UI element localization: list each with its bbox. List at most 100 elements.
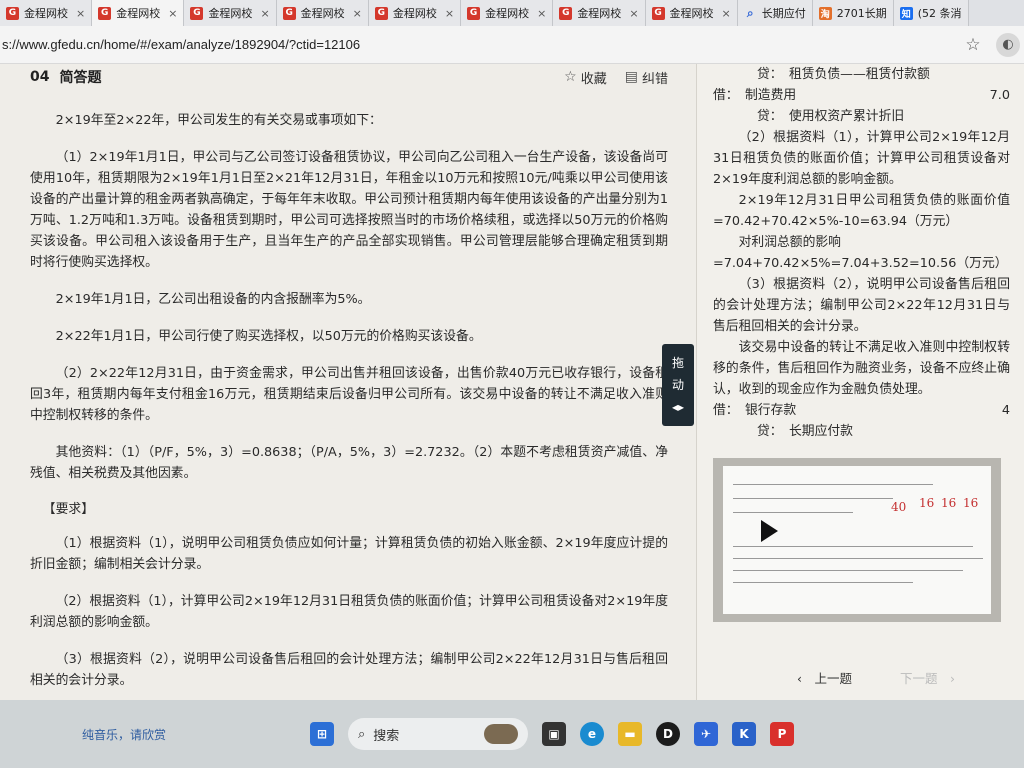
taobao-icon: 淘: [818, 6, 832, 20]
video-text-line: [733, 558, 983, 559]
close-icon[interactable]: ×: [629, 7, 638, 20]
browser-tab[interactable]: 淘 2701长期: [812, 0, 894, 26]
dell-icon[interactable]: D: [656, 722, 680, 746]
video-text-line: [733, 570, 963, 571]
video-text-line: [733, 484, 933, 485]
question-header: 04 简答题 ☆ 收藏 ▤ 纠错: [30, 64, 668, 90]
journal-amount: 4: [1001, 403, 1010, 418]
question-paragraph: 2×19年至2×22年，甲公司发生的有关交易或事项如下：: [55, 113, 382, 128]
requirement-item: （3）根据资料（2），说明甲公司设备售后租回的会计处理方法；编制甲公司2×22年…: [30, 652, 668, 688]
close-icon[interactable]: ×: [168, 7, 177, 20]
tab-label: 金程网校: [392, 7, 437, 20]
windows-start-icon[interactable]: ⊞: [310, 722, 334, 746]
video-text-line: [733, 498, 893, 499]
browser-tab[interactable]: G 金程网校 ×: [0, 0, 93, 26]
question-pager: ‹ 上一题 下一题 ›: [797, 668, 955, 687]
question-paragraph: 2×22年1月1日，甲公司行使了购买选择权，以50万元的价格购买该设备。: [55, 329, 482, 344]
star-icon: ☆: [564, 69, 577, 85]
tab-label: 金程网校: [485, 7, 530, 20]
prev-question-button[interactable]: ‹ 上一题: [797, 668, 852, 687]
tab-label: 长期应付: [761, 7, 806, 20]
requirement-title: 【要求】: [42, 502, 94, 517]
file-explorer-icon[interactable]: ▬: [618, 722, 642, 746]
analysis-paragraph: （2）根据资料（1），计算甲公司2×19年12月31日租赁负债的账面价值；计算甲…: [713, 130, 1010, 187]
journal-line: 贷： 租赁负债——租赁付款额: [757, 67, 930, 82]
browser-tab[interactable]: 知 (52 条消: [893, 0, 969, 26]
gfedu-icon: G: [6, 6, 19, 20]
analysis-paragraph: 该交易中设备的转让不满足收入准则中控制权转移的条件，售后租回作为融资业务，设备不…: [713, 340, 1010, 397]
browser-tab[interactable]: ⌕ 长期应付: [737, 0, 813, 26]
report-label: 纠错: [641, 71, 668, 87]
journal-line: 贷： 使用权资产累计折旧: [757, 109, 905, 124]
edit-note-icon: ▤: [624, 69, 638, 85]
browser-tab[interactable]: G 金程网校 ×: [368, 0, 462, 26]
close-icon[interactable]: ×: [537, 7, 546, 20]
report-error-button[interactable]: ▤ 纠错: [625, 68, 668, 87]
analysis-paragraph: （3）根据资料（2），说明甲公司设备售后租回的会计处理方法；编制甲公司2×22年…: [713, 277, 1010, 334]
video-annotation: 16: [941, 496, 957, 510]
question-panel: 04 简答题 ☆ 收藏 ▤ 纠错 2×19年至2×22年，甲公司发生的有关交易或…: [0, 64, 696, 700]
browser-tab[interactable]: G 金程网校 ×: [276, 0, 369, 26]
journal-line: 借： 银行存款 4: [713, 400, 1010, 421]
video-text-line: [733, 546, 973, 547]
video-text-line: [733, 582, 913, 583]
url-field[interactable]: s://www.gfedu.cn/home/#/exam/analyze/189…: [0, 37, 960, 52]
address-bar: s://www.gfedu.cn/home/#/exam/analyze/189…: [0, 26, 1024, 64]
media-widget[interactable]: 纯音乐，请欣赏: [82, 726, 312, 743]
tab-label: 金程网校: [116, 7, 161, 20]
browser-tab[interactable]: G 金程网校 ×: [645, 0, 738, 26]
favorite-button[interactable]: ☆ 收藏: [564, 68, 607, 87]
tab-label: (52 条消: [917, 7, 962, 20]
tab-label: 金程网校: [300, 7, 345, 20]
search-placeholder: 搜索: [373, 728, 400, 744]
k-app-icon[interactable]: K: [732, 722, 756, 746]
explanation-video[interactable]: 40 16 16 16: [713, 458, 1001, 622]
profile-icon[interactable]: ◐: [996, 32, 1020, 57]
close-icon[interactable]: ×: [76, 7, 85, 20]
browser-tab-bar: G 金程网校 × G 金程网校 × G 金程网校 × G 金程网校 × G 金程网校 × G 金程网校 × G 金程网…: [0, 0, 1024, 26]
drag-label-1: 拖: [671, 356, 684, 370]
close-icon[interactable]: ×: [722, 7, 731, 20]
journal-line: 借： 制造费用 7.0: [713, 85, 1010, 106]
close-icon[interactable]: ×: [353, 7, 362, 20]
feishu-icon[interactable]: ✈: [694, 722, 718, 746]
play-icon[interactable]: [761, 520, 778, 542]
gfedu-icon: G: [651, 6, 665, 20]
search-icon: ⌕: [746, 5, 754, 20]
tab-label: 金程网校: [208, 7, 253, 20]
drag-label-2: 动: [671, 378, 684, 392]
favorite-label: 收藏: [580, 71, 607, 87]
next-question-button[interactable]: 下一题 ›: [900, 668, 955, 687]
gfedu-icon: G: [374, 6, 388, 20]
browser-tab[interactable]: G 金程网校 ×: [461, 0, 554, 26]
analysis-paragraph: 2×19年12月31日甲公司租赁负债的账面价值=70.42+70.42×5%-1…: [713, 193, 1010, 229]
video-annotation: 16: [919, 496, 935, 510]
drag-handle[interactable]: 拖 动 ◂▸: [662, 344, 694, 426]
browser-tab[interactable]: G 金程网校 ×: [553, 0, 646, 26]
browser-tab[interactable]: G 金程网校 ×: [184, 0, 277, 26]
close-icon[interactable]: ×: [260, 7, 269, 20]
bookmark-star-icon[interactable]: ☆: [960, 32, 986, 58]
requirement-item: （2）根据资料（1），计算甲公司2×19年12月31日租赁负债的账面价值；计算甲…: [30, 594, 668, 630]
video-text-line: [733, 512, 853, 513]
drag-arrows-icon: ◂▸: [671, 400, 685, 414]
gfedu-icon: G: [98, 6, 112, 20]
taskbar-search[interactable]: ⌕ 搜索: [348, 718, 528, 750]
video-annotation: 40: [891, 500, 907, 514]
journal-debit-label: 借： 制造费用: [713, 88, 797, 103]
requirement-item: （1）根据资料（1），说明甲公司租赁负债应如何计量；计算租赁负债的初始入账金额、…: [30, 536, 668, 572]
search-icon: ⌕: [358, 726, 366, 742]
question-paragraph: 其他资料：（1）（P/F，5%，3）=0.8638；（P/A，5%，3）=2.7…: [30, 445, 668, 481]
question-type: 简答题: [59, 70, 102, 86]
video-annotation: 16: [963, 496, 979, 510]
edge-browser-icon[interactable]: e: [580, 722, 604, 746]
gfedu-icon: G: [559, 6, 573, 20]
task-view-icon[interactable]: ▣: [542, 722, 566, 746]
search-highlight-image: [484, 724, 518, 744]
close-icon[interactable]: ×: [445, 7, 454, 20]
p-app-icon[interactable]: P: [770, 722, 794, 746]
journal-line: 贷： 长期应付款: [757, 424, 853, 439]
analysis-paragraph: =7.04+70.42×5%=7.04+3.52=10.56（万元）: [713, 256, 1008, 271]
browser-tab[interactable]: G 金程网校 ×: [92, 0, 185, 26]
gfedu-icon: G: [190, 6, 204, 20]
